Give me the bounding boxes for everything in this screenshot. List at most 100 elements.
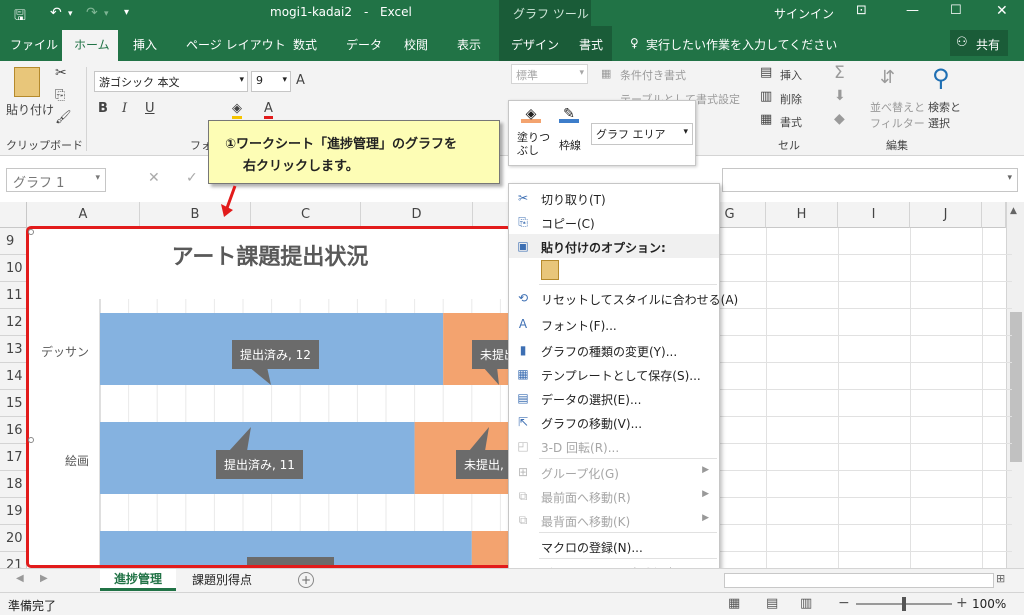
context-menu-item[interactable]: ▮ グラフの種類の変更(Y)... — [509, 338, 719, 362]
page-layout-view-icon[interactable]: ▤ — [766, 596, 778, 611]
outline-pen-icon[interactable]: ✎ — [559, 107, 579, 123]
insert-cells-icon[interactable]: ▤ — [760, 65, 772, 80]
context-menu-item[interactable]: ▤ データの選択(E)... — [509, 386, 719, 410]
chart-resize-handle[interactable] — [28, 437, 34, 443]
font-grow-icon[interactable]: A — [296, 73, 305, 88]
next-sheet-icon[interactable]: ▶ — [40, 573, 48, 584]
row-header[interactable]: 12 — [0, 309, 27, 336]
row-header[interactable]: 9 — [0, 228, 27, 255]
find-select-icon[interactable]: ⚲ — [932, 64, 950, 92]
share-label: 共有 — [976, 38, 1001, 52]
close-icon[interactable]: ✕ — [996, 3, 1008, 19]
sheet-tab[interactable]: 課題別得点 — [178, 569, 266, 591]
context-menu-item[interactable]: ⇱ グラフの移動(V)... — [509, 410, 719, 434]
format-cells-icon[interactable]: ▦ — [760, 112, 772, 127]
row-header[interactable]: 15 — [0, 390, 27, 417]
column-header[interactable]: J — [910, 202, 982, 228]
row-header[interactable]: 19 — [0, 498, 27, 525]
select-all-corner[interactable] — [0, 202, 27, 228]
sheet-tab-active[interactable]: 進捗管理 — [100, 569, 176, 591]
undo-dropdown-icon[interactable]: ▾ — [68, 9, 73, 19]
row-header[interactable]: 21 — [0, 552, 27, 568]
maximize-icon[interactable]: ☐ — [950, 3, 962, 18]
tell-me-input[interactable]: 実行したい作業を入力してください — [646, 36, 837, 53]
vertical-scrollbar[interactable]: ▲ — [1006, 202, 1024, 568]
tab-formulas[interactable]: 数式 — [293, 36, 317, 53]
page-break-view-icon[interactable]: ▥ — [800, 596, 812, 611]
tab-review[interactable]: 校閲 — [404, 36, 428, 53]
font-color-icon[interactable]: A — [264, 101, 273, 119]
row-header[interactable]: 13 — [0, 336, 27, 363]
row-header[interactable]: 10 — [0, 255, 27, 282]
font-name-select[interactable]: 游ゴシック 本文 ▾ — [94, 71, 248, 92]
chart-element-select[interactable]: グラフ エリア ▾ — [591, 123, 693, 145]
format-cells-button[interactable]: 書式 — [780, 114, 802, 130]
delete-cells-button[interactable]: 削除 — [780, 91, 802, 107]
context-menu-item[interactable]: ▦ テンプレートとして保存(S)... — [509, 362, 719, 386]
bold-icon[interactable]: B — [98, 101, 108, 116]
minimize-icon[interactable]: — — [906, 3, 919, 18]
scroll-right-icon[interactable]: ⊞ — [996, 572, 1005, 585]
tab-design[interactable]: デザイン — [511, 36, 559, 53]
share-button[interactable]: ⚇ 共有 — [950, 30, 1008, 56]
context-menu-item[interactable]: A フォント(F)... — [509, 312, 719, 336]
row-header[interactable]: 20 — [0, 525, 27, 552]
zoom-level[interactable]: 100% — [972, 597, 1006, 611]
tab-data[interactable]: データ — [346, 36, 382, 53]
column-header[interactable]: A — [27, 202, 140, 228]
outline-button-label[interactable]: 枠線 — [559, 137, 581, 153]
column-header[interactable] — [473, 202, 509, 228]
find-select-label-1[interactable]: 検索と — [928, 99, 961, 115]
normal-view-icon[interactable]: ▦ — [728, 596, 740, 611]
ribbon-display-icon[interactable]: ⊡ — [856, 3, 867, 18]
fill-button-label[interactable]: 塗りつ ぶし — [517, 131, 550, 157]
column-header[interactable]: I — [838, 202, 910, 228]
customize-qat-icon[interactable]: ▾ — [124, 7, 129, 18]
chart-area[interactable]: アート課題提出状況 デッサン 絵画 提出済み, 12 未提出 提出済み, 11 … — [26, 226, 512, 568]
zoom-in-icon[interactable]: + — [956, 595, 968, 611]
insert-cells-button[interactable]: 挿入 — [780, 67, 802, 83]
column-header[interactable]: C — [251, 202, 361, 228]
paste-icon[interactable] — [14, 67, 40, 97]
tab-home[interactable]: ホーム — [74, 36, 110, 53]
column-header[interactable]: H — [766, 202, 838, 228]
add-sheet-icon[interactable]: + — [298, 572, 314, 588]
tab-insert[interactable]: 挿入 — [133, 36, 157, 53]
font-size-select[interactable]: 9 ▾ — [251, 71, 291, 92]
fill-color-icon[interactable]: ◈ — [232, 101, 242, 119]
horizontal-scrollbar[interactable] — [724, 573, 994, 588]
row-header[interactable]: 14 — [0, 363, 27, 390]
context-menu-item[interactable]: ⎘ コピー(C) — [509, 210, 719, 234]
tab-page-layout[interactable]: ページ レイアウト — [186, 36, 286, 53]
row-header[interactable]: 16 — [0, 417, 27, 444]
context-menu-item[interactable]: ⟲ リセットしてスタイルに合わせる(A) — [509, 286, 738, 310]
paste-button[interactable]: 貼り付け — [6, 101, 54, 118]
paste-option-icon[interactable] — [541, 260, 559, 280]
prev-sheet-icon[interactable]: ◀ — [16, 573, 24, 584]
context-menu-item[interactable]: マクロの登録(N)... — [509, 534, 719, 558]
find-select-label-2[interactable]: 選択 — [928, 115, 950, 131]
row-header[interactable]: 11 — [0, 282, 27, 309]
chart-resize-handle[interactable] — [28, 229, 34, 235]
column-header[interactable]: D — [361, 202, 473, 228]
row-header[interactable]: 17 — [0, 444, 27, 471]
context-menu-item[interactable]: ✂ 切り取り(T) — [509, 186, 719, 210]
zoom-out-icon[interactable]: − — [838, 595, 850, 611]
zoom-slider-thumb[interactable] — [902, 597, 906, 611]
tab-file[interactable]: ファイル — [10, 36, 58, 53]
undo-icon[interactable]: ↶ — [50, 5, 62, 21]
tab-view[interactable]: 表示 — [457, 36, 481, 53]
signin-link[interactable]: サインイン — [774, 5, 834, 22]
delete-cells-icon[interactable]: ▥ — [760, 89, 772, 104]
italic-icon[interactable]: I — [122, 101, 127, 116]
formula-input[interactable]: ▾ — [722, 168, 1018, 192]
copy-icon[interactable]: ⎘ — [55, 88, 65, 103]
underline-icon[interactable]: U — [145, 101, 155, 116]
cut-icon[interactable]: ✂ — [55, 65, 67, 81]
fill-bucket-icon[interactable]: ◈ — [521, 107, 541, 123]
column-header[interactable] — [982, 202, 1006, 228]
name-box[interactable]: グラフ 1 ▾ — [6, 168, 106, 192]
tab-format[interactable]: 書式 — [579, 36, 603, 53]
row-header[interactable]: 18 — [0, 471, 27, 498]
format-painter-icon[interactable]: 🖌 — [55, 110, 72, 125]
